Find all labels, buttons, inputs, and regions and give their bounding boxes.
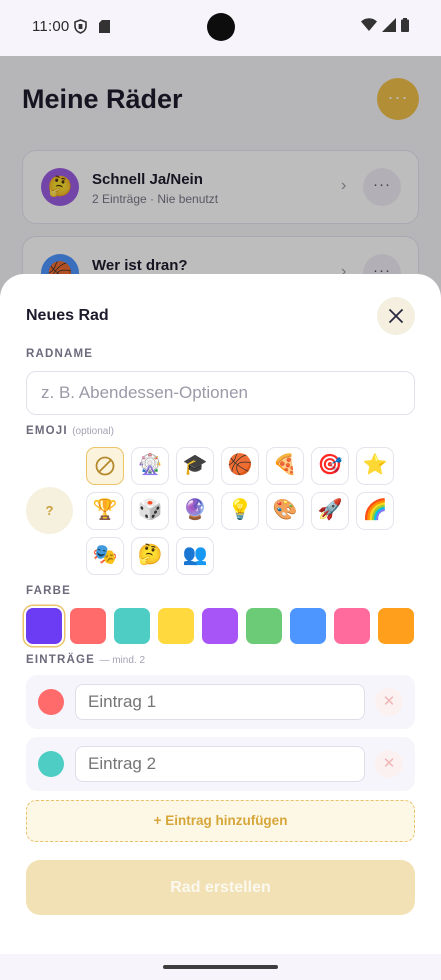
color-swatch[interactable] [70, 608, 106, 644]
color-swatch[interactable] [26, 608, 62, 644]
shield-icon [74, 19, 87, 34]
signal-icon [382, 18, 396, 32]
entry-input[interactable] [75, 684, 365, 720]
create-wheel-button[interactable]: Rad erstellen [26, 860, 415, 915]
entries-min-hint: — mind. 2 [99, 655, 146, 666]
color-swatch[interactable] [202, 608, 238, 644]
navigation-bar [0, 954, 441, 980]
wheel-name-input[interactable] [26, 371, 415, 415]
emoji-option[interactable]: 🍕 [266, 447, 304, 485]
emoji-option[interactable]: 🎨 [266, 492, 304, 530]
emoji-option[interactable]: 👥 [176, 537, 214, 575]
entry-row: ✕ [26, 675, 415, 729]
sd-card-icon [99, 20, 110, 33]
emoji-option[interactable]: 🚀 [311, 492, 349, 530]
emoji-option[interactable]: 🏆 [86, 492, 124, 530]
new-wheel-sheet: Neues Rad RADNAME EMOJI (optional) ? 🎡 🎓… [0, 274, 441, 954]
color-swatch[interactable] [290, 608, 326, 644]
color-swatch[interactable] [334, 608, 370, 644]
emoji-option[interactable]: 🎓 [176, 447, 214, 485]
emoji-option[interactable]: 🤔 [131, 537, 169, 575]
emoji-option-none[interactable] [86, 447, 124, 485]
add-entry-button[interactable]: + Eintrag hinzufügen [26, 800, 415, 842]
emoji-option[interactable]: 🔮 [176, 492, 214, 530]
camera-cutout [207, 13, 235, 41]
emoji-option[interactable]: 🎯 [311, 447, 349, 485]
emoji-option[interactable]: 💡 [221, 492, 259, 530]
status-bar: 11:00 [0, 0, 441, 56]
no-emoji-icon [95, 456, 115, 476]
entries-label-text: EINTRÄGE [26, 654, 96, 666]
emoji-option[interactable]: 🌈 [356, 492, 394, 530]
close-button[interactable] [377, 297, 415, 335]
emoji-option[interactable]: ⭐ [356, 447, 394, 485]
color-swatch[interactable] [246, 608, 282, 644]
sheet-title: Neues Rad [26, 307, 109, 324]
emoji-preview: ? [26, 487, 73, 534]
color-swatch[interactable] [158, 608, 194, 644]
entry-color-dot[interactable] [38, 751, 64, 777]
remove-entry-icon[interactable]: ✕ [375, 688, 403, 716]
color-label: FARBE [26, 585, 71, 597]
emoji-optional-hint: (optional) [72, 426, 114, 437]
battery-icon [401, 18, 409, 32]
entries-label: EINTRÄGE — mind. 2 [26, 654, 145, 666]
status-time: 11:00 [32, 18, 70, 35]
entry-input[interactable] [75, 746, 365, 782]
emoji-option[interactable]: 🎭 [86, 537, 124, 575]
emoji-option[interactable]: 🎡 [131, 447, 169, 485]
emoji-option[interactable]: 🎲 [131, 492, 169, 530]
status-icons [361, 18, 409, 32]
remove-entry-icon[interactable]: ✕ [375, 750, 403, 778]
entry-row: ✕ [26, 737, 415, 791]
emoji-label: EMOJI (optional) [26, 425, 114, 437]
emoji-option[interactable]: 🏀 [221, 447, 259, 485]
home-handle[interactable] [163, 965, 278, 969]
wifi-icon [361, 18, 377, 31]
entry-color-dot[interactable] [38, 689, 64, 715]
color-swatch[interactable] [378, 608, 414, 644]
wheel-name-label: RADNAME [26, 348, 94, 360]
emoji-label-text: EMOJI [26, 425, 68, 437]
color-swatch[interactable] [114, 608, 150, 644]
close-icon [389, 309, 403, 323]
